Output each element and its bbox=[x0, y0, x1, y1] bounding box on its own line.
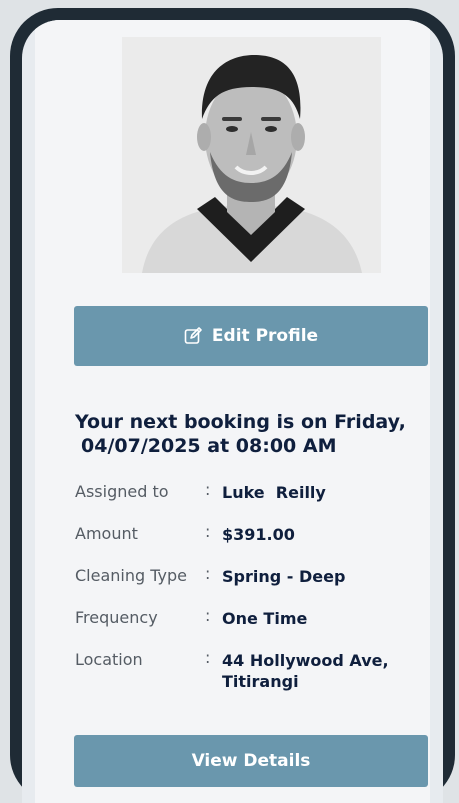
detail-separator: : bbox=[205, 480, 211, 499]
detail-label: Frequency bbox=[75, 608, 158, 627]
detail-value: 44 Hollywood Ave, Titirangi bbox=[222, 651, 389, 691]
detail-row-amount: Amount : $391.00 bbox=[75, 522, 435, 566]
detail-label: Cleaning Type bbox=[75, 566, 187, 585]
detail-row-location: Location : 44 Hollywood Ave, Titirangi bbox=[75, 648, 435, 710]
detail-label: Amount bbox=[75, 524, 138, 543]
screen: Edit Profile Your next booking is on Fri… bbox=[22, 20, 443, 803]
detail-separator: : bbox=[205, 648, 211, 667]
edit-profile-label: Edit Profile bbox=[211, 326, 319, 346]
detail-value: One Time bbox=[222, 609, 308, 628]
detail-row-frequency: Frequency : One Time bbox=[75, 606, 435, 650]
edit-icon bbox=[184, 327, 202, 345]
detail-row-cleaning-type: Cleaning Type : Spring - Deep bbox=[75, 564, 435, 608]
detail-value: Spring - Deep bbox=[222, 567, 346, 586]
profile-photo bbox=[122, 37, 381, 273]
phone-frame: Edit Profile Your next booking is on Fri… bbox=[10, 8, 455, 803]
detail-separator: : bbox=[205, 564, 211, 583]
detail-label: Location bbox=[75, 650, 143, 669]
detail-separator: : bbox=[205, 606, 211, 625]
next-booking-line1: Your next booking is on Friday, bbox=[75, 411, 406, 433]
next-booking-heading: Your next booking is on Friday, 04/07/20… bbox=[75, 410, 435, 458]
next-booking-line2: 04/07/2025 at 08:00 AM bbox=[81, 435, 337, 457]
detail-label: Assigned to bbox=[75, 482, 169, 501]
view-details-label: View Details bbox=[191, 751, 311, 771]
booking-card: Edit Profile Your next booking is on Fri… bbox=[35, 20, 430, 803]
detail-value: Luke Reilly bbox=[222, 483, 326, 502]
detail-row-assigned: Assigned to : Luke Reilly bbox=[75, 480, 435, 524]
booking-details: Assigned to : Luke Reilly Amount : $391.… bbox=[75, 480, 435, 710]
view-details-button[interactable]: View Details bbox=[74, 735, 428, 787]
detail-value: $391.00 bbox=[222, 525, 295, 544]
edit-profile-button[interactable]: Edit Profile bbox=[74, 306, 428, 366]
detail-separator: : bbox=[205, 522, 211, 541]
